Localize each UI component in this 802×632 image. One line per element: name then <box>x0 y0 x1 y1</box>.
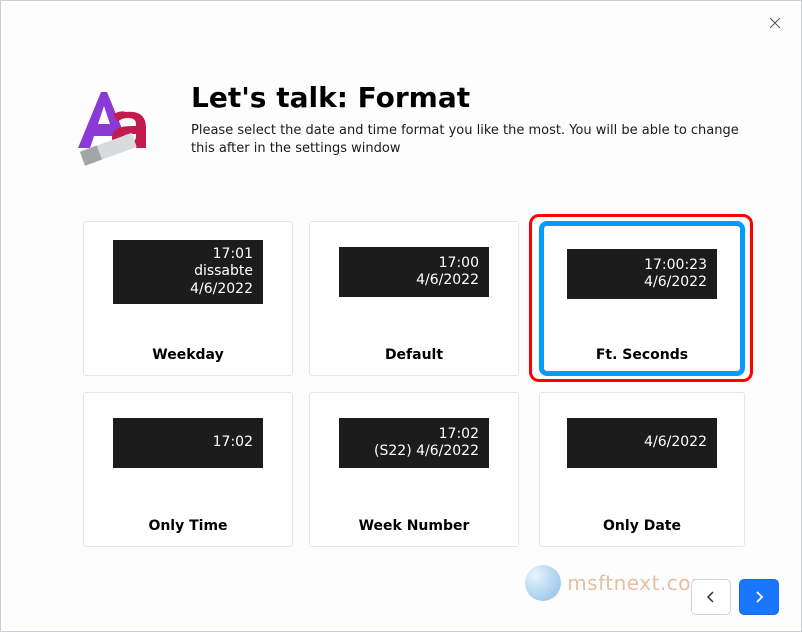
header: Let's talk: Format Please select the dat… <box>61 79 743 179</box>
format-options: 17:01 dissabte 4/6/2022 Weekday 17:00 4/… <box>83 221 743 547</box>
preview-line: (S22) 4/6/2022 <box>374 443 479 461</box>
preview-line: 17:00 <box>439 255 479 273</box>
option-label: Default <box>310 347 518 363</box>
preview-line: 17:02 <box>439 426 479 444</box>
option-week-number[interactable]: 17:02 (S22) 4/6/2022 Week Number <box>309 392 519 547</box>
preview-line: dissabte <box>194 263 253 281</box>
option-label: Weekday <box>84 347 292 363</box>
nav-buttons <box>691 579 779 615</box>
option-weekday[interactable]: 17:01 dissabte 4/6/2022 Weekday <box>83 221 293 376</box>
preview: 17:00:23 4/6/2022 <box>544 226 740 326</box>
preview: 17:01 dissabte 4/6/2022 <box>84 222 292 322</box>
chevron-left-icon <box>704 590 718 604</box>
close-icon <box>769 17 781 29</box>
preview-line: 17:01 <box>213 246 253 264</box>
preview: 4/6/2022 <box>540 393 744 493</box>
option-only-time[interactable]: 17:02 Only Time <box>83 392 293 547</box>
preview-line: 4/6/2022 <box>416 272 479 290</box>
preview-line: 4/6/2022 <box>644 274 707 292</box>
option-label: Only Time <box>84 518 292 534</box>
option-label: Week Number <box>310 518 518 534</box>
back-button[interactable] <box>691 579 731 615</box>
option-label: Only Date <box>540 518 744 534</box>
preview-line: 17:02 <box>213 434 253 452</box>
chevron-right-icon <box>752 590 766 604</box>
option-default[interactable]: 17:00 4/6/2022 Default <box>309 221 519 376</box>
preview: 17:00 4/6/2022 <box>310 222 518 322</box>
next-button[interactable] <box>739 579 779 615</box>
preview: 17:02 (S22) 4/6/2022 <box>310 393 518 493</box>
app-logo-icon <box>61 79 161 179</box>
dialog-window: Let's talk: Format Please select the dat… <box>0 0 802 632</box>
option-ft-seconds[interactable]: 17:00:23 4/6/2022 Ft. Seconds <box>539 221 745 376</box>
globe-icon <box>525 565 561 601</box>
watermark-text: msftnext.com <box>567 571 711 595</box>
page-subtitle: Please select the date and time format y… <box>191 122 743 158</box>
option-only-date[interactable]: 4/6/2022 Only Date <box>539 392 745 547</box>
preview: 17:02 <box>84 393 292 493</box>
close-button[interactable] <box>757 9 793 37</box>
preview-line: 4/6/2022 <box>644 434 707 452</box>
preview-line: 4/6/2022 <box>190 281 253 299</box>
watermark: msftnext.com <box>525 565 711 601</box>
option-label: Ft. Seconds <box>544 347 740 363</box>
page-title: Let's talk: Format <box>191 81 743 114</box>
preview-line: 17:00:23 <box>644 257 707 275</box>
